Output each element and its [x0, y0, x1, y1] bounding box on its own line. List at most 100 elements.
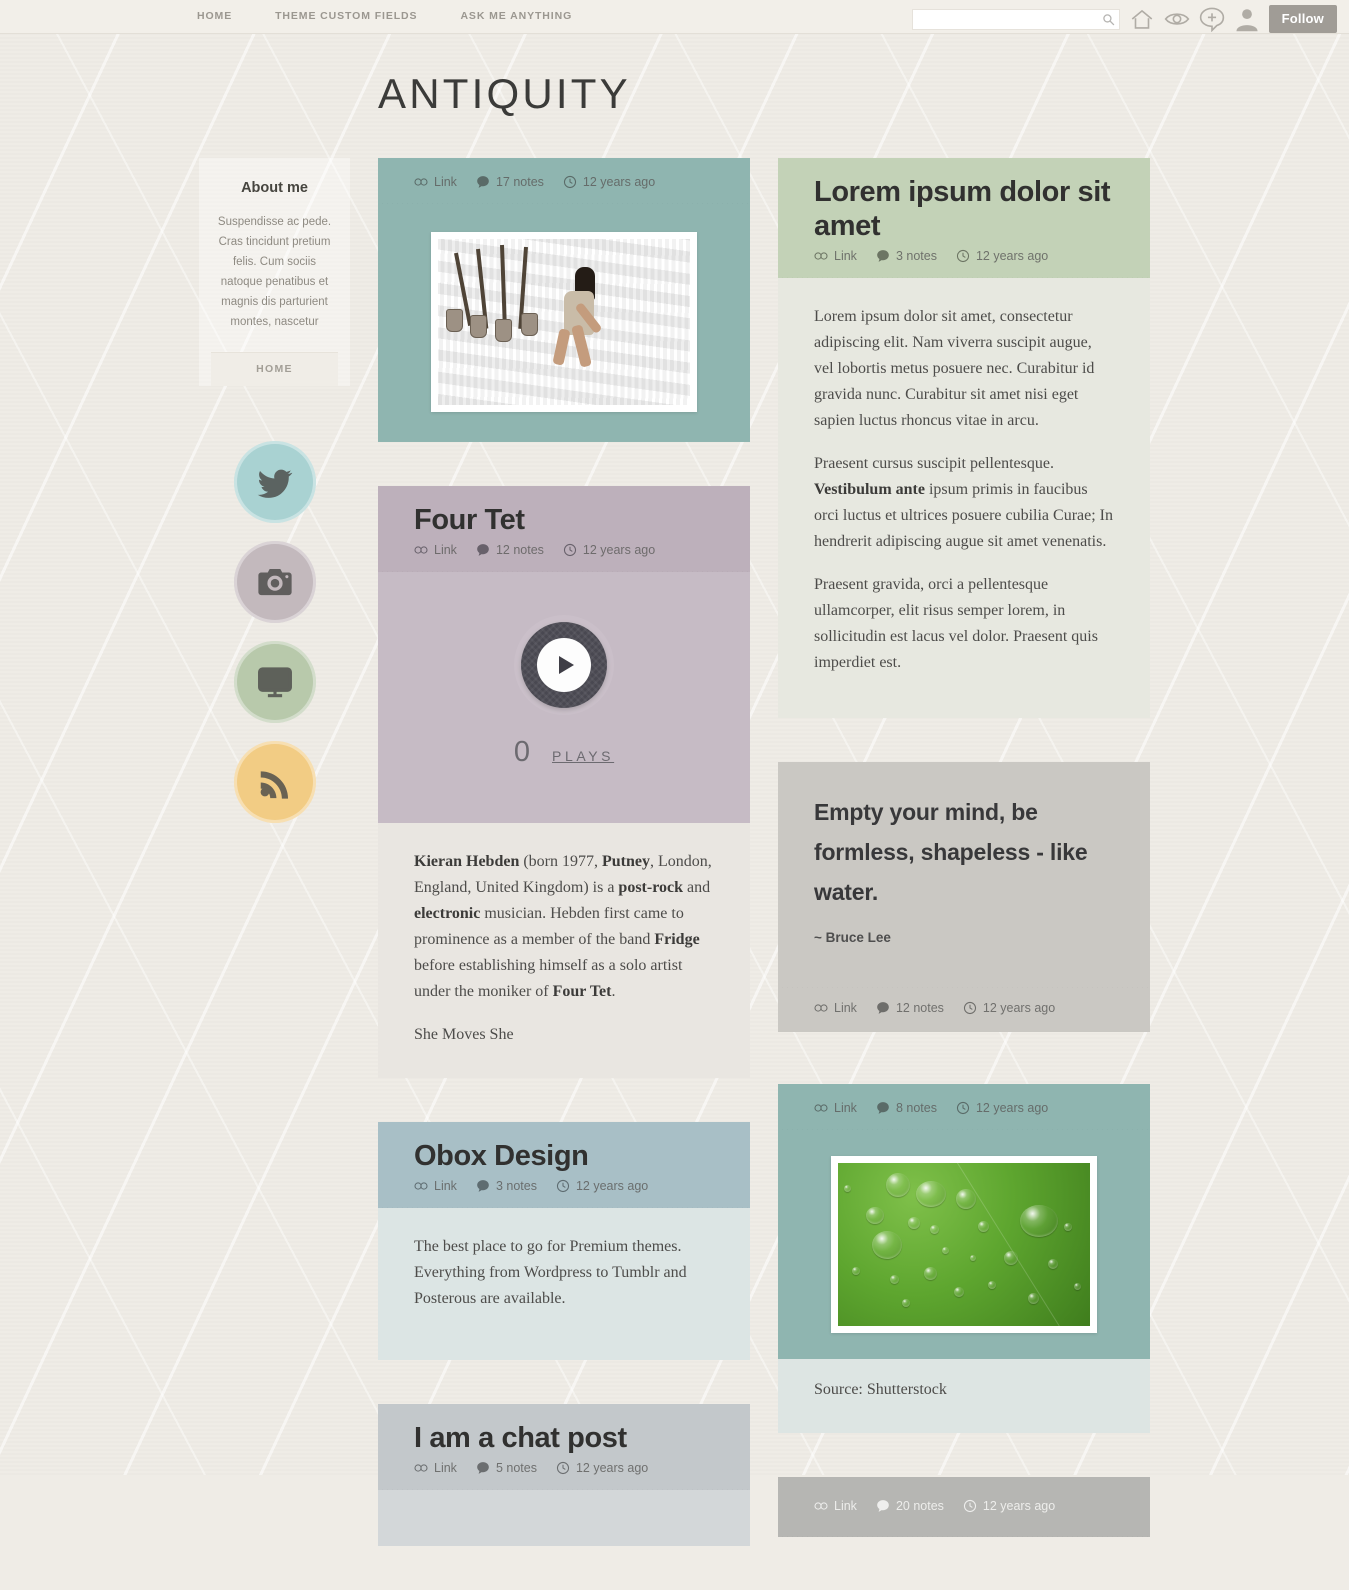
- post-title: I am a chat post: [414, 1422, 627, 1454]
- nav-item-ask-me-anything[interactable]: ASK ME ANYTHING: [460, 10, 572, 22]
- social-link-instagram[interactable]: [233, 541, 316, 623]
- plays-label[interactable]: PLAYS: [552, 748, 614, 764]
- about-me-box: About me Suspendisse ac pede. Cras tinci…: [199, 158, 350, 386]
- sidebar: About me Suspendisse ac pede. Cras tinci…: [199, 158, 350, 823]
- link-icon: [414, 1182, 428, 1190]
- meta-link[interactable]: Link: [814, 1001, 857, 1015]
- meta-notes-label: 5 notes: [495, 1461, 537, 1475]
- meta-link-label: Link: [834, 249, 857, 263]
- meta-link[interactable]: Link: [814, 249, 857, 263]
- nav-item-home[interactable]: HOME: [197, 10, 232, 22]
- meta-link-label: Link: [834, 1001, 857, 1015]
- meta-notes-label: 3 notes: [495, 1179, 537, 1193]
- meta-link[interactable]: Link: [814, 1499, 857, 1513]
- meta-time-label: 12 years ago: [582, 543, 656, 557]
- quote-text: Empty your mind, be formless, shapeless …: [814, 799, 1088, 905]
- post-paragraph: The best place to go for Premium themes.…: [414, 1238, 687, 1307]
- social-link-twitter[interactable]: [233, 441, 316, 523]
- notes-icon: [877, 250, 889, 262]
- meta-link-label: Link: [434, 1179, 457, 1193]
- meta-notes[interactable]: 12 notes: [876, 1001, 944, 1015]
- meta-notes[interactable]: 3 notes: [876, 249, 937, 263]
- play-count: 0: [513, 736, 531, 768]
- search-field[interactable]: [911, 8, 1120, 30]
- new-post-icon[interactable]: [1199, 6, 1225, 32]
- link-icon: [814, 1104, 828, 1112]
- notes-icon: [477, 1180, 489, 1192]
- clock-icon: [556, 1179, 570, 1193]
- meta-link-label: Link: [834, 1499, 857, 1513]
- post-footer: Link 12 notes 12 years ago: [778, 985, 1150, 1032]
- meta-time-label: 12 years ago: [575, 1179, 649, 1193]
- photo-caption: Source: Shutterstock: [778, 1359, 1150, 1433]
- meta-time-label: 12 years ago: [975, 1101, 1049, 1115]
- notes-icon: [877, 1500, 889, 1512]
- meta-notes[interactable]: 17 notes: [476, 175, 544, 189]
- post-body: Kieran Hebden (born 1977, Putney, London…: [378, 823, 750, 1078]
- meta-notes[interactable]: 8 notes: [876, 1101, 937, 1115]
- meta-notes[interactable]: 3 notes: [476, 1179, 537, 1193]
- search-icon: [1102, 13, 1115, 25]
- left-post-column: Link 17 notes 12 years ago Four Tet Link…: [378, 158, 750, 1590]
- home-icon[interactable]: [1129, 6, 1155, 32]
- post-paragraph: Lorem ipsum dolor sit amet, consectetur …: [814, 308, 1095, 429]
- sidebar-home-button[interactable]: HOME: [211, 352, 338, 386]
- post-header: Link 17 notes 12 years ago: [378, 158, 750, 204]
- post-title: Obox Design: [414, 1140, 589, 1172]
- meta-notes[interactable]: 5 notes: [476, 1461, 537, 1475]
- meta-link[interactable]: Link: [814, 1101, 857, 1115]
- meta-notes[interactable]: 20 notes: [876, 1499, 944, 1513]
- page-title: ANTIQUITY: [378, 70, 631, 117]
- social-link-vimeo[interactable]: [233, 641, 316, 723]
- post-body: The best place to go for Premium themes.…: [378, 1208, 750, 1360]
- post-paragraph: Praesent cursus suscipit pellentesque. V…: [814, 455, 1114, 550]
- meta-link[interactable]: Link: [414, 175, 457, 189]
- post-chat: I am a chat post Link 5 notes 12 years a…: [378, 1404, 750, 1546]
- post-body: [378, 1490, 750, 1546]
- link-icon: [814, 252, 828, 260]
- meta-link[interactable]: Link: [414, 1461, 457, 1475]
- meta-time-label: 12 years ago: [575, 1461, 649, 1475]
- post-photo-drops: Link 8 notes 12 years ago Source: Shutte…: [778, 1084, 1150, 1433]
- quarry-photo: [438, 239, 690, 405]
- quote-source: ~ Bruce Lee: [814, 930, 891, 945]
- eye-icon[interactable]: [1164, 6, 1190, 32]
- meta-notes-label: 20 notes: [895, 1499, 944, 1513]
- meta-time: 12 years ago: [556, 1461, 648, 1475]
- meta-time: 12 years ago: [563, 175, 655, 189]
- account-icon[interactable]: [1234, 6, 1260, 32]
- photo-caption-text: Source: Shutterstock: [814, 1381, 947, 1398]
- meta-time: 12 years ago: [963, 1499, 1055, 1513]
- post-quote-bruce-lee: Empty your mind, be formless, shapeless …: [778, 762, 1150, 1032]
- meta-link[interactable]: Link: [414, 543, 457, 557]
- social-link-rss[interactable]: [233, 741, 316, 823]
- nav-item-theme-custom-fields[interactable]: THEME CUSTOM FIELDS: [275, 10, 417, 22]
- play-button[interactable]: [521, 622, 607, 708]
- post-link-obox: Obox Design Link 3 notes 12 years ago Th…: [378, 1122, 750, 1360]
- meta-link[interactable]: Link: [414, 1179, 457, 1193]
- play-button-inner: [537, 638, 591, 692]
- post-header: Link 8 notes 12 years ago: [778, 1084, 1150, 1130]
- post-photo-area: [378, 204, 750, 442]
- photo-frame[interactable]: [831, 1156, 1097, 1333]
- meta-time-label: 12 years ago: [982, 1499, 1056, 1513]
- meta-notes[interactable]: 12 notes: [476, 543, 544, 557]
- post-header: Obox Design Link 3 notes 12 years ago: [378, 1122, 750, 1208]
- meta-time: 12 years ago: [563, 543, 655, 557]
- link-icon: [414, 546, 428, 554]
- meta-link-label: Link: [434, 175, 457, 189]
- post-title: Four Tet: [414, 504, 525, 536]
- meta-time-label: 12 years ago: [582, 175, 656, 189]
- clock-icon: [563, 543, 576, 557]
- meta-link-label: Link: [434, 1461, 457, 1475]
- post-meta: Link 3 notes 12 years ago: [414, 1179, 714, 1193]
- photo-frame[interactable]: [431, 232, 697, 412]
- meta-notes-label: 12 notes: [895, 1001, 944, 1015]
- meta-time: 12 years ago: [963, 1001, 1055, 1015]
- clock-icon: [556, 1461, 570, 1475]
- post-meta: Link 20 notes 12 years ago: [814, 1499, 1114, 1513]
- post-body: Lorem ipsum dolor sit amet, consectetur …: [778, 278, 1150, 718]
- follow-button[interactable]: Follow: [1268, 5, 1337, 33]
- notes-icon: [477, 544, 489, 556]
- camera-icon: [257, 568, 292, 596]
